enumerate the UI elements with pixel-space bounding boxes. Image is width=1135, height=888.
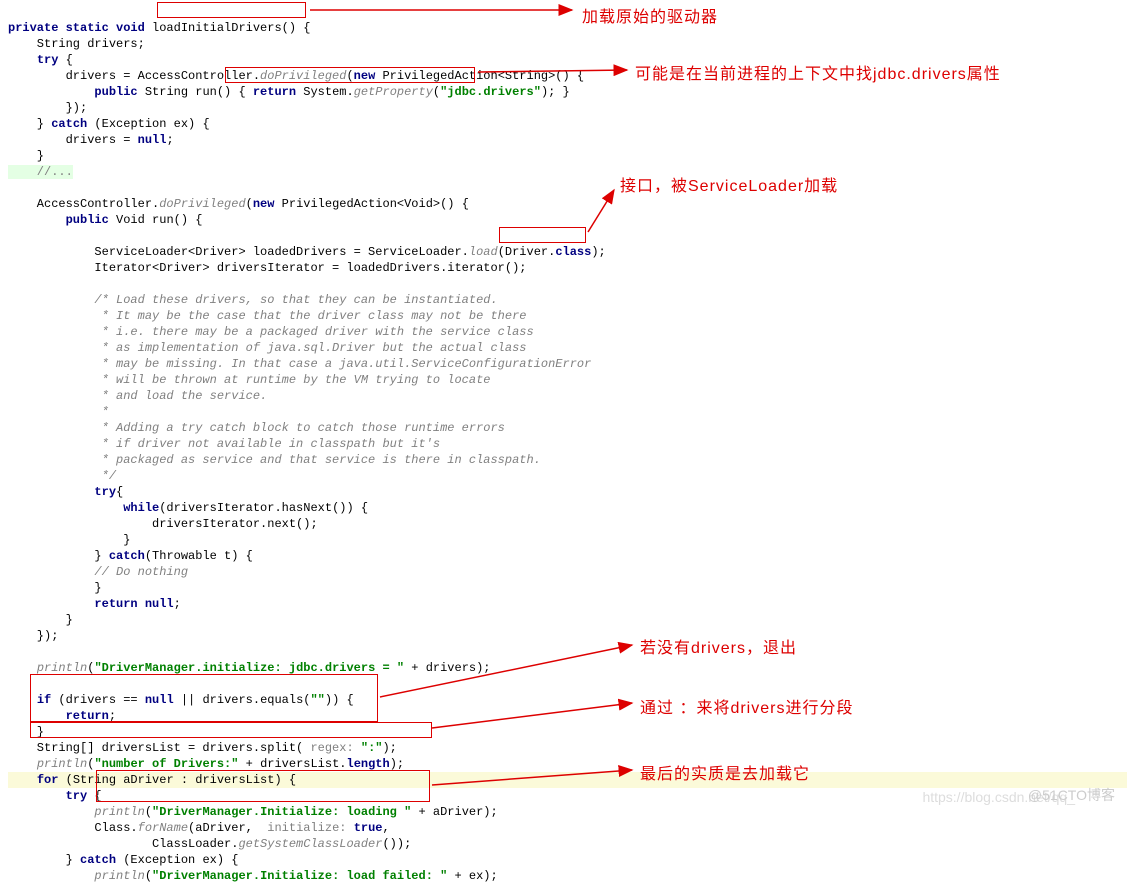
watermark-51cto: @51CTO博客 bbox=[1028, 785, 1115, 805]
annotation-6: 最后的实质是去加载它 bbox=[640, 760, 810, 784]
code-block: private static void loadInitialDrivers()… bbox=[0, 0, 1135, 888]
block-comment: /* Load these drivers, so that they can … bbox=[8, 293, 498, 307]
annotation-2: 可能是在当前进程的上下文中找jdbc.drivers属性 bbox=[635, 60, 1001, 84]
annotation-5: 通过 ：来将drivers进行分段 bbox=[640, 694, 853, 718]
annotation-1: 加载原始的驱动器 bbox=[582, 3, 718, 27]
keyword: private static void bbox=[8, 21, 145, 35]
method-name: loadInitialDrivers() bbox=[152, 21, 296, 35]
annotation-3: 接口，被ServiceLoader加载 bbox=[620, 172, 838, 196]
annotation-4: 若没有drivers，退出 bbox=[640, 634, 797, 658]
